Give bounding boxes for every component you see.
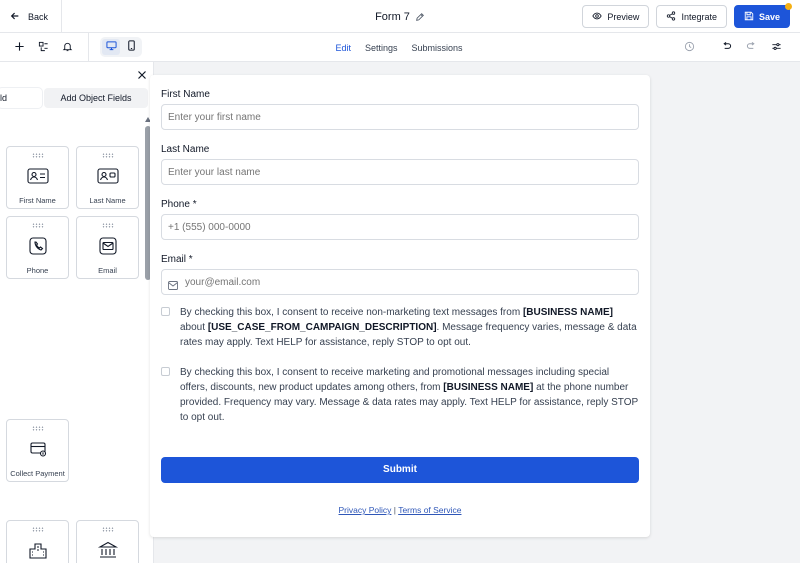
field-card-collect-payment[interactable]: Collect Payment bbox=[6, 419, 69, 482]
arrow-left-icon bbox=[10, 11, 20, 23]
id-card-icon bbox=[96, 158, 119, 190]
business-name-token: [BUSINESS NAME] bbox=[443, 382, 534, 393]
preview-label: Preview bbox=[607, 11, 640, 22]
save-button[interactable]: Save bbox=[733, 3, 792, 28]
consent-transactional-text: By checking this box, I consent to recei… bbox=[180, 305, 639, 350]
terms-of-service-link[interactable]: Terms of Service bbox=[398, 505, 461, 515]
sliders-icon[interactable] bbox=[771, 39, 782, 57]
back-button[interactable]: Back bbox=[0, 0, 62, 33]
integrate-button[interactable]: Integrate bbox=[656, 5, 727, 28]
panel-tabs: ld Add Object Fields bbox=[0, 88, 153, 108]
use-case-token: [USE_CASE_FROM_CAMPAIGN_DESCRIPTION] bbox=[207, 322, 437, 333]
tab-submissions[interactable]: Submissions bbox=[412, 43, 463, 53]
field-card-label: Last Name bbox=[89, 196, 126, 205]
field-card-label: Collect Payment bbox=[10, 469, 65, 478]
field-card-last-name[interactable]: Last Name bbox=[76, 146, 139, 209]
phone-label: Phone * bbox=[161, 199, 197, 210]
form-footer-links: Privacy Policy | Terms of Service bbox=[150, 505, 650, 515]
payment-card-icon bbox=[27, 431, 49, 463]
envelope-icon bbox=[97, 228, 119, 260]
bank-icon bbox=[97, 532, 119, 563]
mail-icon bbox=[168, 277, 178, 290]
top-bar: Back Form 7 Preview Integrate Save bbox=[0, 0, 800, 33]
toolbar-divider bbox=[88, 33, 89, 62]
email-input[interactable] bbox=[161, 269, 639, 295]
phone-input[interactable] bbox=[161, 214, 639, 240]
plus-icon[interactable] bbox=[14, 39, 25, 57]
last-name-input[interactable] bbox=[161, 159, 639, 185]
first-name-input[interactable] bbox=[161, 104, 639, 130]
business-name-token: [BUSINESS NAME] bbox=[522, 307, 613, 318]
field-card-phone[interactable]: Phone bbox=[6, 216, 69, 279]
phone-device-icon bbox=[126, 38, 137, 56]
undo-icon[interactable] bbox=[721, 39, 732, 57]
form-card: First Name Last Name Phone * Email * By … bbox=[150, 75, 650, 537]
share-icon bbox=[666, 10, 676, 23]
device-toggle bbox=[100, 37, 142, 57]
preview-button[interactable]: Preview bbox=[582, 5, 650, 28]
back-label: Back bbox=[28, 11, 49, 22]
unsaved-badge bbox=[785, 3, 792, 10]
history-icon[interactable] bbox=[684, 39, 695, 57]
tab-settings[interactable]: Settings bbox=[365, 43, 398, 53]
save-label: Save bbox=[758, 11, 780, 22]
consent-text-part: about bbox=[180, 322, 208, 333]
monitor-icon bbox=[105, 38, 117, 56]
id-card-icon bbox=[26, 158, 49, 190]
editor-toolbar: Edit Settings Submissions bbox=[0, 33, 800, 62]
tab-edit[interactable]: Edit bbox=[335, 43, 351, 53]
field-card-label: Email bbox=[98, 266, 117, 275]
field-card-label: First Name bbox=[19, 196, 56, 205]
consent-text-part: By checking this box, I consent to recei… bbox=[180, 307, 523, 318]
field-card-label: Phone bbox=[26, 266, 49, 275]
redo-icon[interactable] bbox=[746, 39, 757, 57]
integrate-label: Integrate bbox=[681, 11, 717, 22]
eye-icon bbox=[592, 11, 603, 23]
privacy-policy-link[interactable]: Privacy Policy bbox=[339, 505, 392, 515]
submit-button[interactable]: Submit bbox=[161, 457, 639, 483]
consent-transactional: By checking this box, I consent to recei… bbox=[161, 305, 639, 350]
email-label: Email * bbox=[161, 254, 193, 265]
mobile-view-button[interactable] bbox=[122, 39, 140, 55]
form-title-text: Form 7 bbox=[375, 10, 410, 23]
tab-object-fields[interactable]: Add Object Fields bbox=[44, 88, 148, 108]
field-panel: ld Add Object Fields First Name Last Nam… bbox=[0, 62, 154, 563]
consent-marketing-checkbox[interactable] bbox=[161, 367, 170, 376]
bell-icon[interactable] bbox=[62, 39, 73, 57]
field-card-bank[interactable] bbox=[76, 520, 139, 563]
desktop-view-button[interactable] bbox=[102, 39, 120, 55]
tab-quick-add[interactable]: ld bbox=[0, 88, 42, 108]
consent-marketing-text: By checking this box, I consent to recei… bbox=[180, 365, 639, 425]
building-icon bbox=[27, 532, 49, 563]
pencil-icon[interactable] bbox=[415, 12, 425, 22]
field-card-first-name[interactable]: First Name bbox=[6, 146, 69, 209]
close-icon[interactable] bbox=[136, 68, 148, 80]
layers-icon[interactable] bbox=[38, 39, 49, 57]
last-name-label: Last Name bbox=[161, 144, 210, 155]
first-name-label: First Name bbox=[161, 89, 210, 100]
consent-transactional-checkbox[interactable] bbox=[161, 307, 170, 316]
phone-icon bbox=[27, 228, 49, 260]
field-card-email[interactable]: Email bbox=[76, 216, 139, 279]
email-field bbox=[150, 269, 650, 295]
save-icon bbox=[744, 11, 754, 23]
consent-marketing: By checking this box, I consent to recei… bbox=[161, 365, 639, 425]
field-card-building[interactable] bbox=[6, 520, 69, 563]
form-canvas: First Name Last Name Phone * Email * By … bbox=[150, 62, 800, 563]
